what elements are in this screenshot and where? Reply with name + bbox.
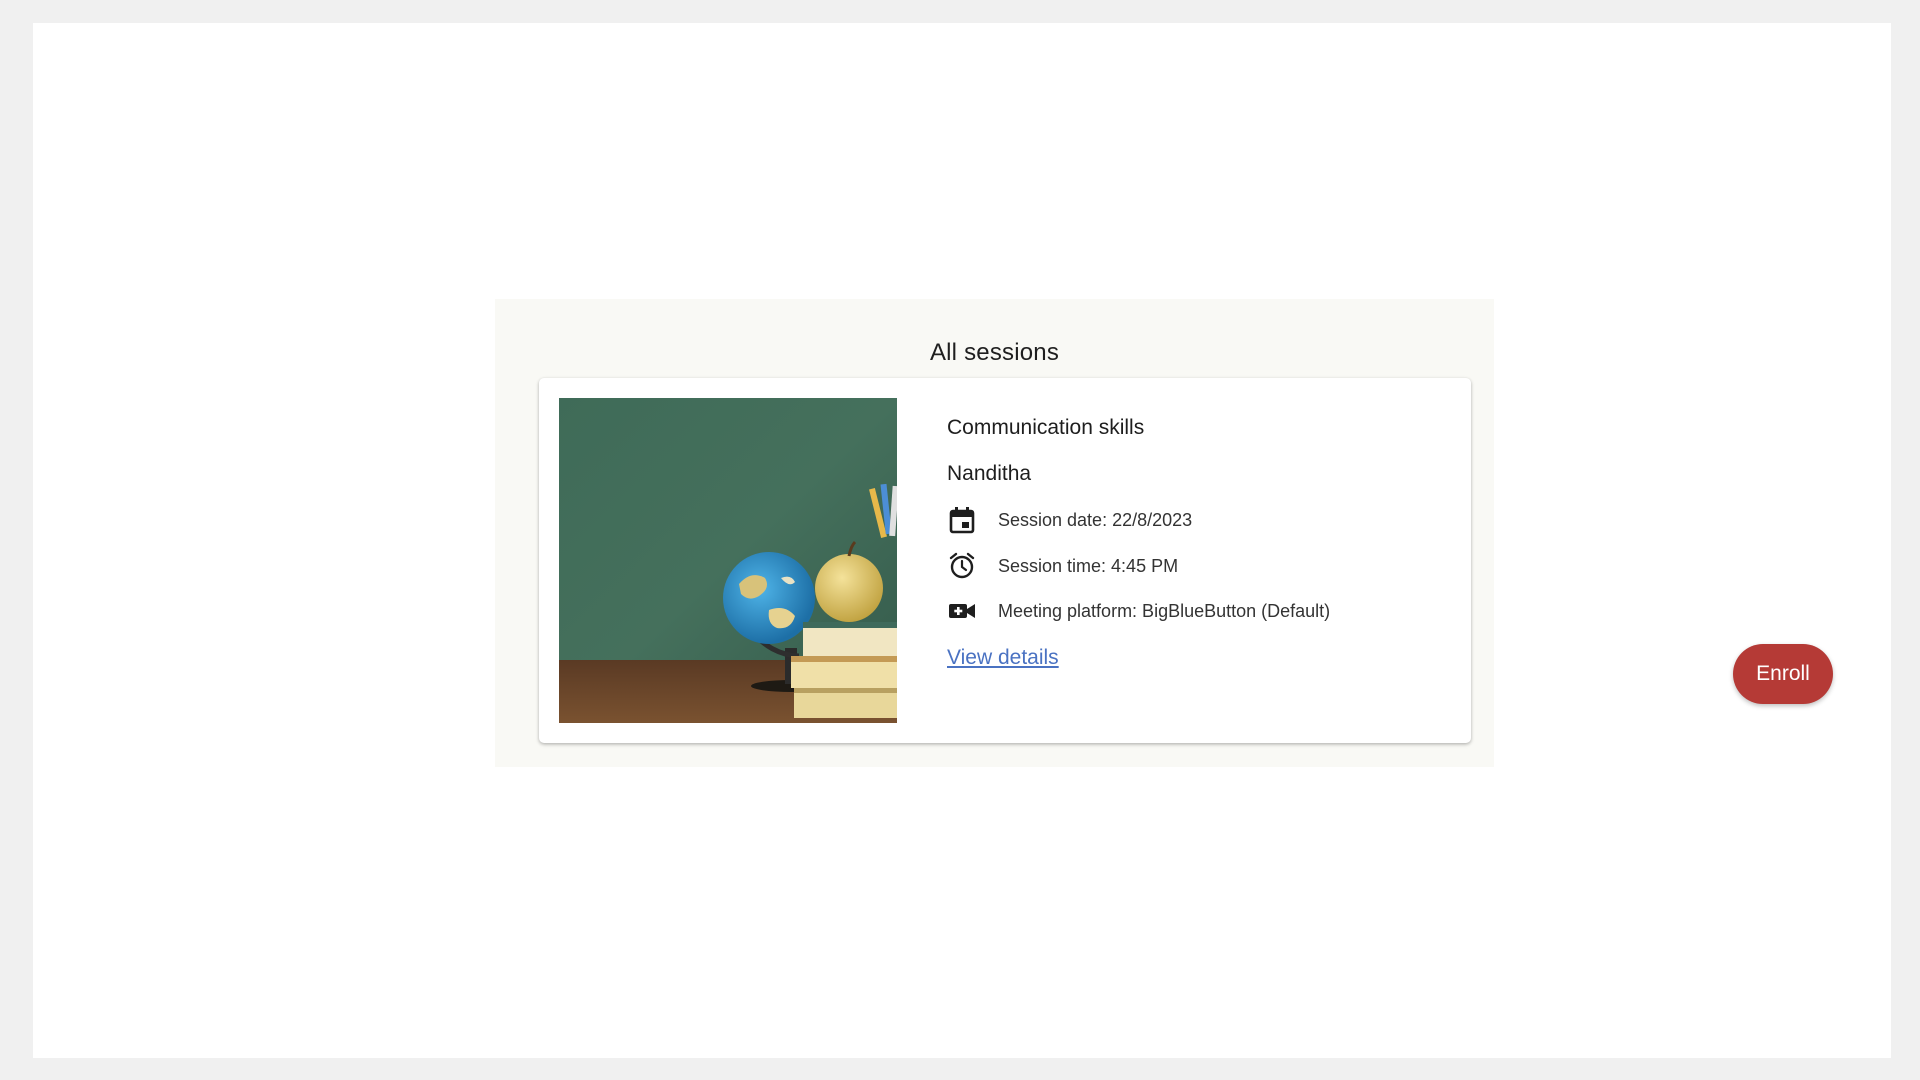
session-card: Communication skills Nanditha Session da… bbox=[539, 378, 1833, 743]
session-time-row: Session time: 4:45 PM bbox=[947, 551, 1178, 581]
session-thumbnail bbox=[559, 398, 897, 723]
session-date-row: Session date: 22/8/2023 bbox=[947, 505, 1192, 535]
sessions-panel: All sessions Communication skills Nandit… bbox=[495, 299, 1833, 767]
session-date: Session date: 22/8/2023 bbox=[998, 509, 1193, 530]
enroll-button[interactable]: Enroll bbox=[1733, 644, 1833, 704]
meeting-platform: Meeting platform: BigBlueButton (Default… bbox=[998, 600, 1331, 621]
session-time: Session time: 4:45 PM bbox=[998, 555, 1179, 576]
meeting-platform-row: Meeting platform: BigBlueButton (Default… bbox=[947, 596, 1330, 626]
alarm-clock-icon bbox=[947, 551, 977, 581]
page-title: All sessions bbox=[929, 338, 1060, 366]
session-details: Communication skills Nanditha Session da… bbox=[947, 378, 1833, 743]
facilitator-name: Nanditha bbox=[947, 462, 1032, 485]
video-camera-icon bbox=[947, 596, 977, 626]
page: All sessions Communication skills Nandit… bbox=[33, 23, 1891, 1058]
view-details-link[interactable]: View details bbox=[947, 646, 1059, 670]
session-title: Communication skills bbox=[947, 416, 1145, 439]
calendar-icon bbox=[947, 505, 977, 535]
